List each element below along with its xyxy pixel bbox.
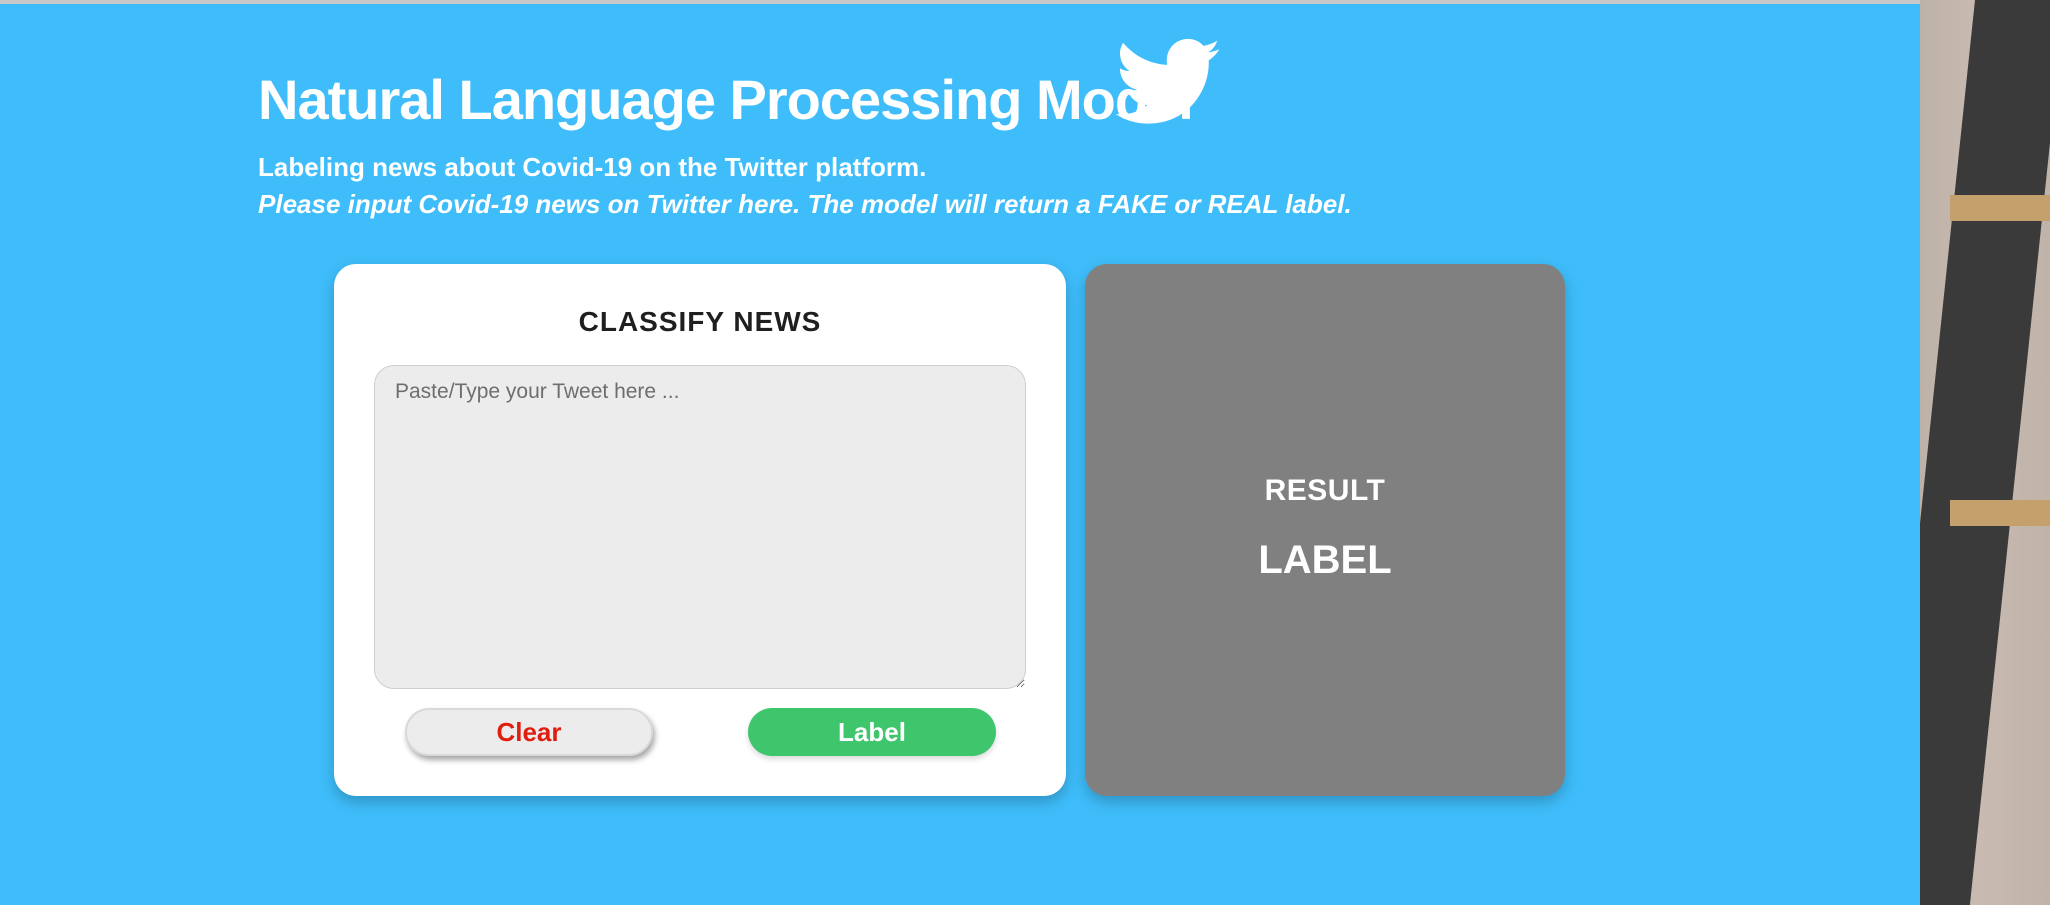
- window-top-border: [0, 0, 1920, 4]
- result-title: RESULT: [1264, 474, 1386, 507]
- clear-button[interactable]: Clear: [405, 708, 653, 756]
- background-photo-edge: [1920, 0, 2050, 905]
- page-subtitle: Labeling news about Covid-19 on the Twit…: [258, 152, 927, 182]
- photo-shelf: [1950, 195, 2050, 221]
- photo-shelf: [1950, 500, 2050, 526]
- twitter-bird-icon: [1116, 38, 1221, 124]
- page-instruction: Please input Covid-19 news on Twitter he…: [258, 189, 1352, 219]
- result-label: LABEL: [1258, 538, 1392, 582]
- photo-dark-panel: [1920, 0, 2050, 905]
- classify-news-card: CLASSIFY NEWS Clear Label: [334, 264, 1066, 796]
- result-panel: RESULT LABEL: [1085, 264, 1565, 796]
- page-header: Natural Language Processing Model Labeli…: [258, 38, 1352, 224]
- card-title: CLASSIFY NEWS: [578, 306, 822, 337]
- label-button[interactable]: Label: [748, 708, 996, 756]
- tweet-input[interactable]: [374, 365, 1026, 689]
